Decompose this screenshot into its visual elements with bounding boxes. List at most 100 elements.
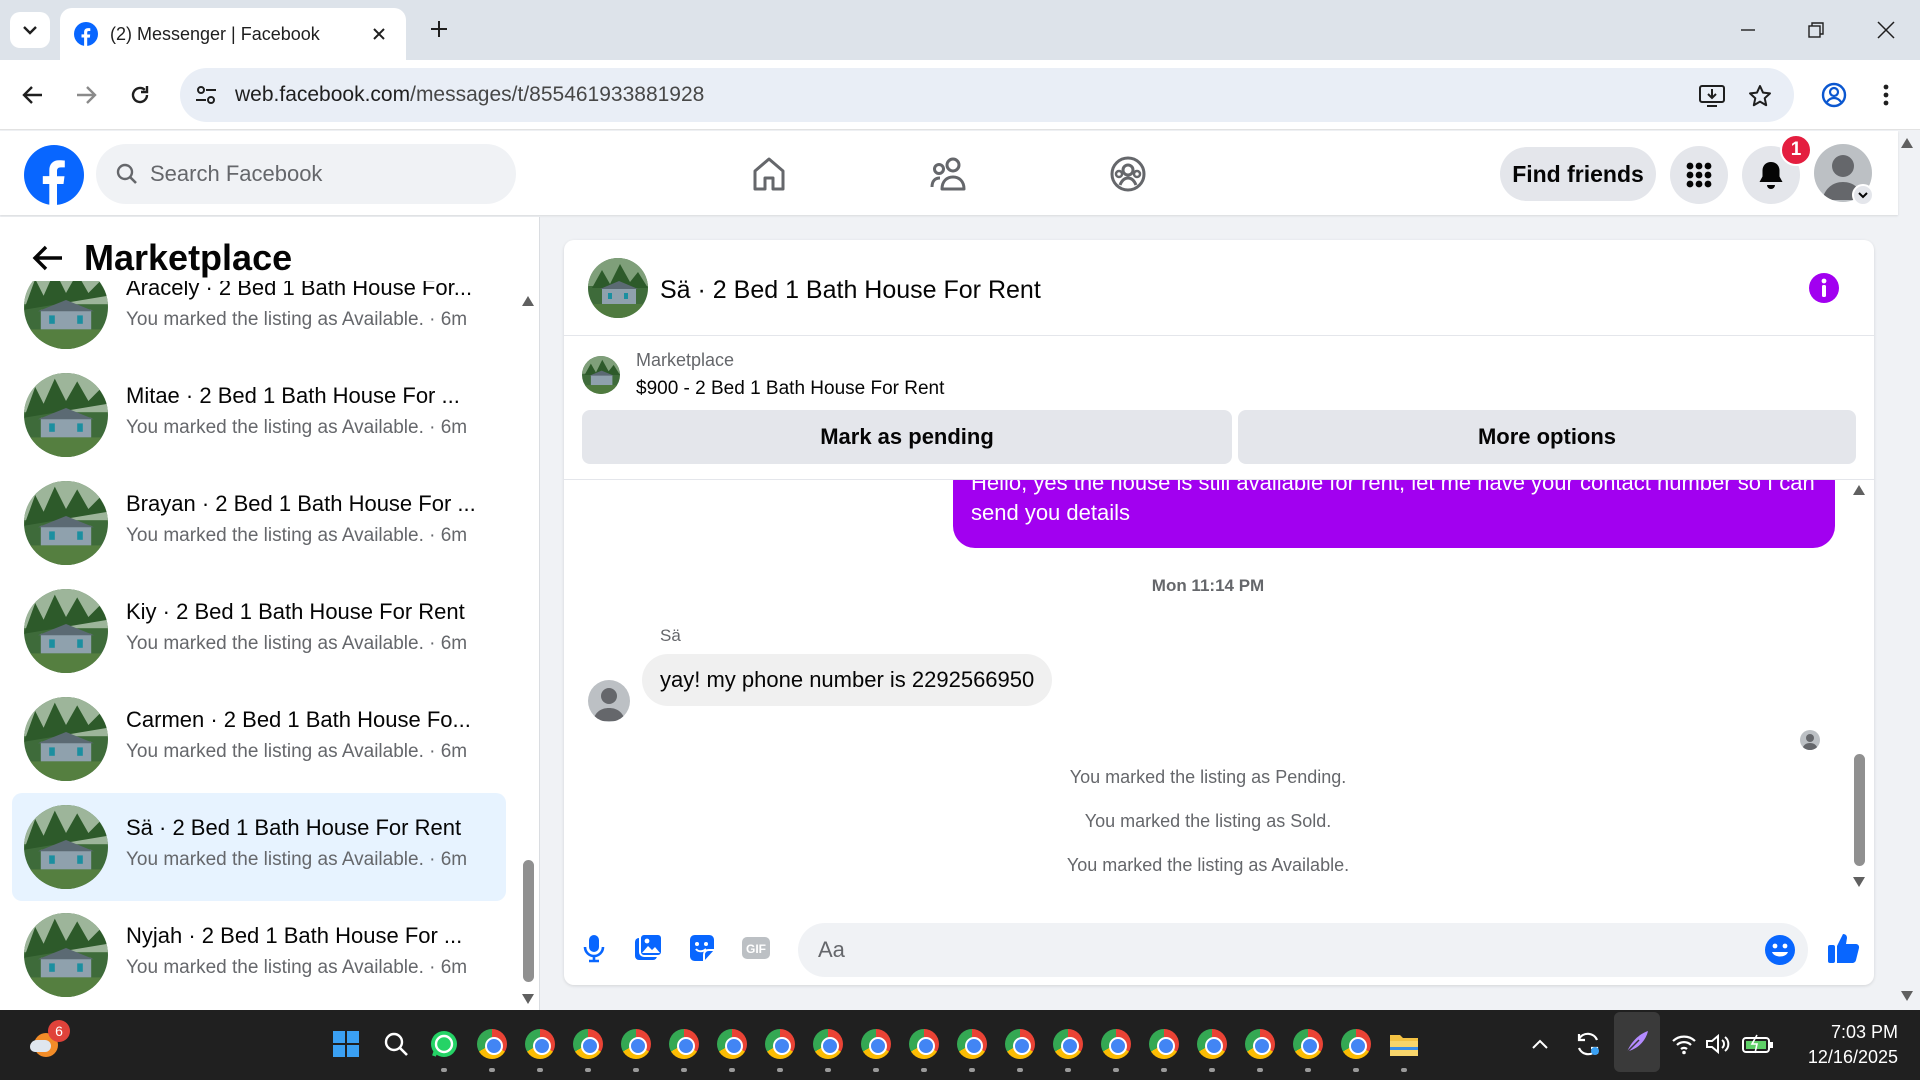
chrome-running-indicator (729, 1068, 735, 1072)
chrome-running-indicator (633, 1068, 639, 1072)
microphone-icon[interactable] (578, 932, 610, 964)
chrome-taskbar-icon[interactable] (474, 1026, 510, 1062)
home-icon (753, 157, 785, 191)
system-clock[interactable]: 7:03 PM 12/16/2025 (1778, 1020, 1898, 1070)
page-scroll-up-arrow-icon[interactable] (1900, 137, 1914, 149)
chrome-taskbar-icon[interactable] (762, 1026, 798, 1062)
find-friends-button[interactable]: Find friends (1500, 147, 1656, 201)
account-caret[interactable] (1852, 184, 1874, 206)
chrome-taskbar-icon[interactable] (810, 1026, 846, 1062)
whatsapp-taskbar-icon[interactable] (426, 1026, 462, 1062)
page-scroll-down-arrow-icon[interactable] (1900, 990, 1914, 1002)
groups-nav[interactable] (1104, 151, 1152, 197)
conversation-list-scrollbar[interactable] (523, 860, 534, 982)
chrome-taskbar-icon[interactable] (1290, 1026, 1326, 1062)
chrome-running-indicator (1209, 1068, 1215, 1072)
battery-tray-icon[interactable] (1740, 1026, 1776, 1062)
scroll-down-arrow-icon[interactable] (1852, 876, 1866, 888)
scroll-down-arrow-icon[interactable] (521, 993, 535, 1005)
wifi-tray-icon[interactable] (1666, 1026, 1702, 1062)
profile-button[interactable] (1816, 77, 1852, 113)
marketplace-header: Marketplace (0, 217, 520, 281)
chrome-taskbar-icon[interactable] (1146, 1026, 1182, 1062)
file-explorer-taskbar-icon[interactable] (1386, 1026, 1422, 1062)
conversation-item[interactable]: Brayan · 2 Bed 1 Bath House For ... You m… (12, 469, 506, 577)
message-thread-scrollbar[interactable] (1854, 754, 1865, 866)
search-input[interactable] (150, 161, 480, 187)
facebook-logo-icon[interactable] (24, 145, 84, 205)
home-nav[interactable] (745, 151, 793, 197)
new-tab-button[interactable] (424, 14, 454, 44)
sync-tray-icon[interactable] (1570, 1026, 1606, 1062)
message-input[interactable] (798, 923, 1808, 977)
conversation-item[interactable]: Mitae · 2 Bed 1 Bath House For ... You ma… (12, 361, 506, 469)
tab-close-icon[interactable] (366, 21, 392, 47)
chrome-taskbar-icon[interactable] (1194, 1026, 1230, 1062)
listing-price-title[interactable]: $900 - 2 Bed 1 Bath House For Rent (636, 378, 944, 400)
back-button[interactable] (15, 77, 51, 113)
chrome-taskbar-icon[interactable] (1338, 1026, 1374, 1062)
sticker-icon[interactable] (686, 932, 718, 964)
chrome-taskbar-icon[interactable] (858, 1026, 894, 1062)
chrome-running-indicator (1257, 1068, 1263, 1072)
chrome-running-indicator (969, 1068, 975, 1072)
browser-menu-button[interactable] (1868, 77, 1904, 113)
pen-tray-button[interactable] (1614, 1012, 1660, 1072)
facebook-search[interactable] (96, 144, 516, 204)
restore-button[interactable] (1796, 10, 1836, 50)
conversation-item[interactable]: Nyjah · 2 Bed 1 Bath House For ... You ma… (12, 901, 506, 1009)
more-options-button[interactable]: More options (1238, 410, 1856, 464)
back-arrow-icon[interactable] (30, 240, 66, 276)
tab-search-button[interactable] (10, 12, 50, 48)
chrome-running-indicator (681, 1068, 687, 1072)
whatsapp-running-indicator (441, 1068, 447, 1072)
mark-as-pending-button[interactable]: Mark as pending (582, 410, 1232, 464)
chrome-taskbar-icon[interactable] (522, 1026, 558, 1062)
info-icon[interactable] (1808, 272, 1840, 304)
chrome-taskbar-icon[interactable] (1002, 1026, 1038, 1062)
gif-icon[interactable]: GIF (740, 932, 772, 964)
reload-button[interactable] (122, 77, 158, 113)
minimize-button[interactable] (1728, 10, 1768, 50)
emoji-icon[interactable] (1764, 934, 1796, 966)
chrome-taskbar-icon[interactable] (714, 1026, 750, 1062)
grid-menu-icon (1686, 162, 1712, 188)
scroll-up-arrow-icon[interactable] (1852, 484, 1866, 496)
chrome-taskbar-icon[interactable] (954, 1026, 990, 1062)
chrome-taskbar-icon[interactable] (1098, 1026, 1134, 1062)
install-app-icon[interactable] (1698, 82, 1726, 110)
chrome-taskbar-icon[interactable] (1242, 1026, 1278, 1062)
chrome-taskbar-icon[interactable] (666, 1026, 702, 1062)
menu-grid-button[interactable] (1670, 146, 1728, 204)
scroll-up-arrow-icon[interactable] (521, 295, 535, 307)
chrome-taskbar-icon[interactable] (570, 1026, 606, 1062)
show-hidden-icons-button[interactable] (1522, 1026, 1558, 1062)
listing-avatar[interactable] (588, 258, 648, 318)
bookmark-star-icon[interactable] (1746, 82, 1774, 110)
sender-avatar[interactable] (588, 680, 630, 722)
listing-thumbnail[interactable] (582, 356, 620, 394)
friends-nav[interactable] (925, 151, 973, 197)
thumbs-up-icon[interactable] (1826, 930, 1862, 966)
close-icon (1877, 21, 1895, 39)
forward-button[interactable] (68, 77, 104, 113)
site-settings-icon[interactable] (194, 83, 218, 107)
more-vertical-icon (1883, 84, 1889, 106)
chrome-taskbar-icon[interactable] (1050, 1026, 1086, 1062)
volume-tray-icon[interactable] (1700, 1026, 1736, 1062)
conversation-item[interactable]: Sä · 2 Bed 1 Bath House For Rent You mark… (12, 793, 506, 901)
chrome-taskbar-icon[interactable] (906, 1026, 942, 1062)
chrome-taskbar-icon[interactable] (618, 1026, 654, 1062)
conversation-item[interactable]: Kiy · 2 Bed 1 Bath House For Rent You mar… (12, 577, 506, 685)
conversation-name: Kiy · 2 Bed 1 Bath House For Rent (126, 599, 465, 624)
address-bar[interactable]: web.facebook.com/messages/t/855461933881… (180, 68, 1794, 122)
taskbar-search-button[interactable] (378, 1026, 414, 1062)
search-icon (116, 163, 137, 184)
photo-icon[interactable] (632, 932, 664, 964)
chrome-running-indicator (777, 1068, 783, 1072)
chrome-icon (669, 1029, 699, 1059)
browser-tab-messenger[interactable]: (2) Messenger | Facebook (60, 8, 406, 60)
start-button[interactable] (328, 1026, 364, 1062)
close-window-button[interactable] (1866, 10, 1906, 50)
conversation-item[interactable]: Carmen · 2 Bed 1 Bath House Fo... You mar… (12, 685, 506, 793)
